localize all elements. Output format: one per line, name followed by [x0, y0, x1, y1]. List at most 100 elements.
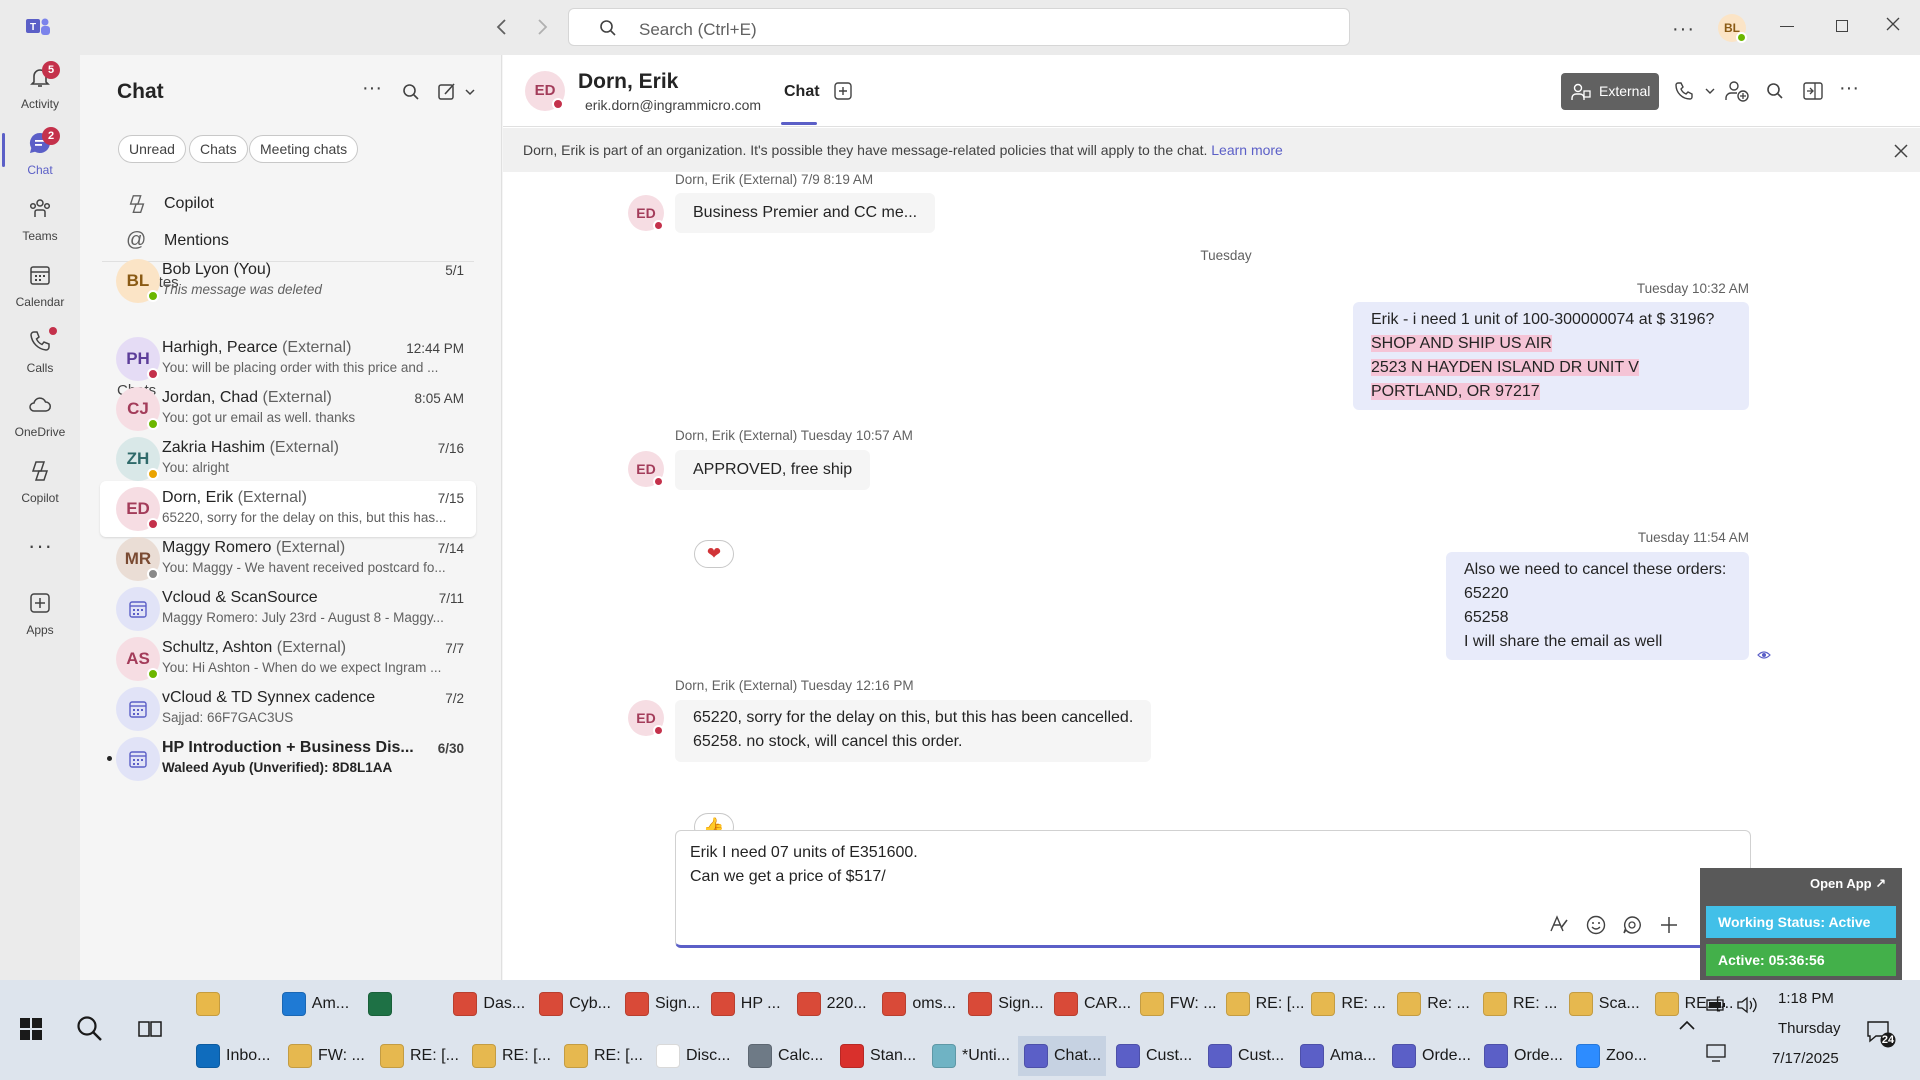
chat-list-item[interactable]: CJ Jordan, Chad (External) You: got ur ema…	[100, 381, 476, 437]
more-options-icon[interactable]: ···	[1672, 18, 1695, 41]
clock-time[interactable]: 1:18 PM	[1778, 990, 1834, 1007]
sender-avatar[interactable]: ED	[628, 195, 664, 231]
close-notice-icon[interactable]	[1894, 144, 1908, 158]
taskbar-app-button[interactable]: *Unti...	[926, 1036, 1014, 1076]
taskbar-app-button[interactable]: RE: [...	[558, 1036, 646, 1076]
user-avatar[interactable]: BL	[1718, 14, 1747, 43]
taskbar-app-button[interactable]: HP ...	[705, 984, 787, 1024]
minimize-button[interactable]	[1780, 26, 1794, 27]
external-button[interactable]: External	[1561, 73, 1659, 110]
taskbar-app-button[interactable]: Cyb...	[533, 984, 615, 1024]
open-app-button[interactable]: Open App ↗	[1810, 876, 1886, 892]
pop-out-icon[interactable]	[1803, 82, 1823, 100]
rail-apps[interactable]: Apps	[0, 581, 80, 643]
chat-list-item[interactable]: PH Harhigh, Pearce (External) You: will be…	[100, 331, 476, 387]
back-arrow-icon[interactable]	[496, 18, 508, 36]
emoji-icon[interactable]	[1586, 915, 1606, 935]
search-icon[interactable]	[402, 83, 420, 101]
add-tab-icon[interactable]	[834, 82, 852, 100]
chat-list-item[interactable]: MR Maggy Romero (External) You: Maggy - We…	[100, 531, 476, 587]
taskbar-app-button[interactable]: Am...	[276, 984, 358, 1024]
copilot-item[interactable]: Copilot	[102, 187, 474, 221]
attach-plus-icon[interactable]	[1659, 915, 1679, 935]
chat-list-item[interactable]: ZH Zakria Hashim (External) You: alright 7/…	[100, 431, 476, 487]
forward-arrow-icon[interactable]	[536, 18, 548, 36]
close-window-button[interactable]	[1886, 17, 1900, 31]
taskbar-app-button[interactable]: Stan...	[834, 1036, 922, 1076]
taskbar-app-button[interactable]: 220...	[791, 984, 873, 1024]
search-in-chat-icon[interactable]	[1766, 82, 1784, 100]
chat-list-item[interactable]: AS Schultz, Ashton (External) You: Hi Asht…	[100, 631, 476, 687]
taskbar-app-button[interactable]: RE: [...	[466, 1036, 554, 1076]
task-view-icon[interactable]	[138, 1018, 162, 1040]
chat-list-item[interactable]: BL Bob Lyon (You) This message was deleted…	[100, 253, 476, 309]
chat-list-item[interactable]: vCloud & TD Synnex cadence Sajjad: 66F7GA…	[100, 681, 476, 737]
rail-calendar[interactable]: Calendar	[0, 253, 80, 315]
taskbar-app-button[interactable]	[190, 984, 272, 1024]
loop-icon[interactable]	[1622, 915, 1642, 935]
taskbar-app-button[interactable]: Cust...	[1202, 1036, 1290, 1076]
taskbar-app-button[interactable]	[362, 984, 444, 1024]
new-chat-icon[interactable]	[438, 82, 478, 102]
message-bubble[interactable]: Business Premier and CC me...	[675, 193, 936, 233]
format-icon[interactable]	[1549, 914, 1569, 934]
taskbar-app-button[interactable]: RE: [...	[1220, 984, 1305, 1024]
chat-list-item[interactable]: Vcloud & ScanSource Maggy Romero: July 23…	[100, 581, 476, 637]
taskbar-app-button[interactable]: Das...	[447, 984, 529, 1024]
filter-unread[interactable]: Unread	[118, 135, 186, 163]
taskbar-app-button[interactable]: Inbo...	[190, 1036, 278, 1076]
message-compose-box[interactable]: Erik I need 07 units of E351600. Can we …	[675, 830, 1751, 948]
add-people-icon[interactable]	[1725, 80, 1749, 102]
volume-icon[interactable]	[1736, 996, 1758, 1014]
message-bubble[interactable]: Erik - i need 1 unit of 100-300000074 at…	[1353, 302, 1749, 410]
more-apps-icon[interactable]: ···	[28, 533, 53, 559]
message-bubble[interactable]: APPROVED, free ship	[675, 450, 871, 490]
taskbar-app-button[interactable]: Sign...	[619, 984, 701, 1024]
taskbar-app-button[interactable]: Chat...	[1018, 1036, 1106, 1076]
filter-meeting-chats[interactable]: Meeting chats	[249, 135, 359, 163]
taskbar-app-button[interactable]: Orde...	[1386, 1036, 1474, 1076]
rail-calls[interactable]: Calls	[0, 319, 80, 381]
taskbar-app-button[interactable]: Disc...	[650, 1036, 738, 1076]
more-options-icon[interactable]: ···	[362, 77, 382, 100]
taskbar-app-button[interactable]: Re: ...	[1391, 984, 1473, 1024]
taskbar-app-button[interactable]: RE: ...	[1305, 984, 1387, 1024]
taskbar-app-button[interactable]: Ama...	[1294, 1036, 1382, 1076]
rail-onedrive[interactable]: OneDrive	[0, 383, 80, 445]
message-bubble[interactable]: 65220, sorry for the delay on this, but …	[675, 700, 1152, 762]
taskbar-app-button[interactable]: Sca...	[1563, 984, 1645, 1024]
heart-reaction[interactable]: ❤	[694, 540, 734, 568]
taskbar-app-button[interactable]: Calc...	[742, 1036, 830, 1076]
chat-list-item[interactable]: HP Introduction + Business Dis... Waleed …	[100, 731, 476, 787]
restore-button[interactable]	[1836, 20, 1848, 32]
rail-teams[interactable]: Teams	[0, 187, 80, 249]
search-input[interactable]: Search (Ctrl+E)	[568, 8, 1350, 46]
contact-avatar[interactable]: ED	[525, 71, 565, 111]
call-icon[interactable]	[1675, 81, 1719, 101]
taskbar-app-button[interactable]: RE: [...	[374, 1036, 462, 1076]
message-bubble[interactable]: Also we need to cancel these orders: 652…	[1446, 552, 1749, 660]
show-hidden-icons[interactable]	[1678, 1018, 1696, 1032]
network-icon[interactable]	[1706, 1044, 1728, 1062]
tab-chat[interactable]: Chat	[781, 55, 820, 127]
sender-avatar[interactable]: ED	[628, 700, 664, 736]
chat-list-item[interactable]: ED Dorn, Erik (External) 65220, sorry for …	[100, 481, 476, 537]
taskbar-app-button[interactable]: Cust...	[1110, 1036, 1198, 1076]
taskbar-search-icon[interactable]	[76, 1015, 104, 1043]
sender-avatar[interactable]: ED	[628, 451, 664, 487]
taskbar-app-button[interactable]: FW: ...	[282, 1036, 370, 1076]
windows-start-icon[interactable]	[20, 1018, 42, 1040]
more-options-icon[interactable]: ···	[1839, 77, 1859, 100]
filter-chats[interactable]: Chats	[189, 135, 248, 163]
rail-chat[interactable]: 2 Chat	[0, 121, 80, 183]
taskbar-app-button[interactable]: Zoo...	[1570, 1036, 1658, 1076]
taskbar-app-button[interactable]: RE: ...	[1477, 984, 1559, 1024]
rail-copilot[interactable]: Copilot	[0, 449, 80, 511]
learn-more-link[interactable]: Learn more	[1211, 142, 1283, 158]
rail-activity[interactable]: 5 Activity	[0, 55, 80, 117]
taskbar-app-button[interactable]: FW: ...	[1134, 984, 1217, 1024]
battery-icon[interactable]	[1706, 998, 1726, 1012]
taskbar-app-button[interactable]: Orde...	[1478, 1036, 1566, 1076]
taskbar-app-button[interactable]: oms...	[876, 984, 958, 1024]
taskbar-app-button[interactable]: Sign...	[962, 984, 1044, 1024]
